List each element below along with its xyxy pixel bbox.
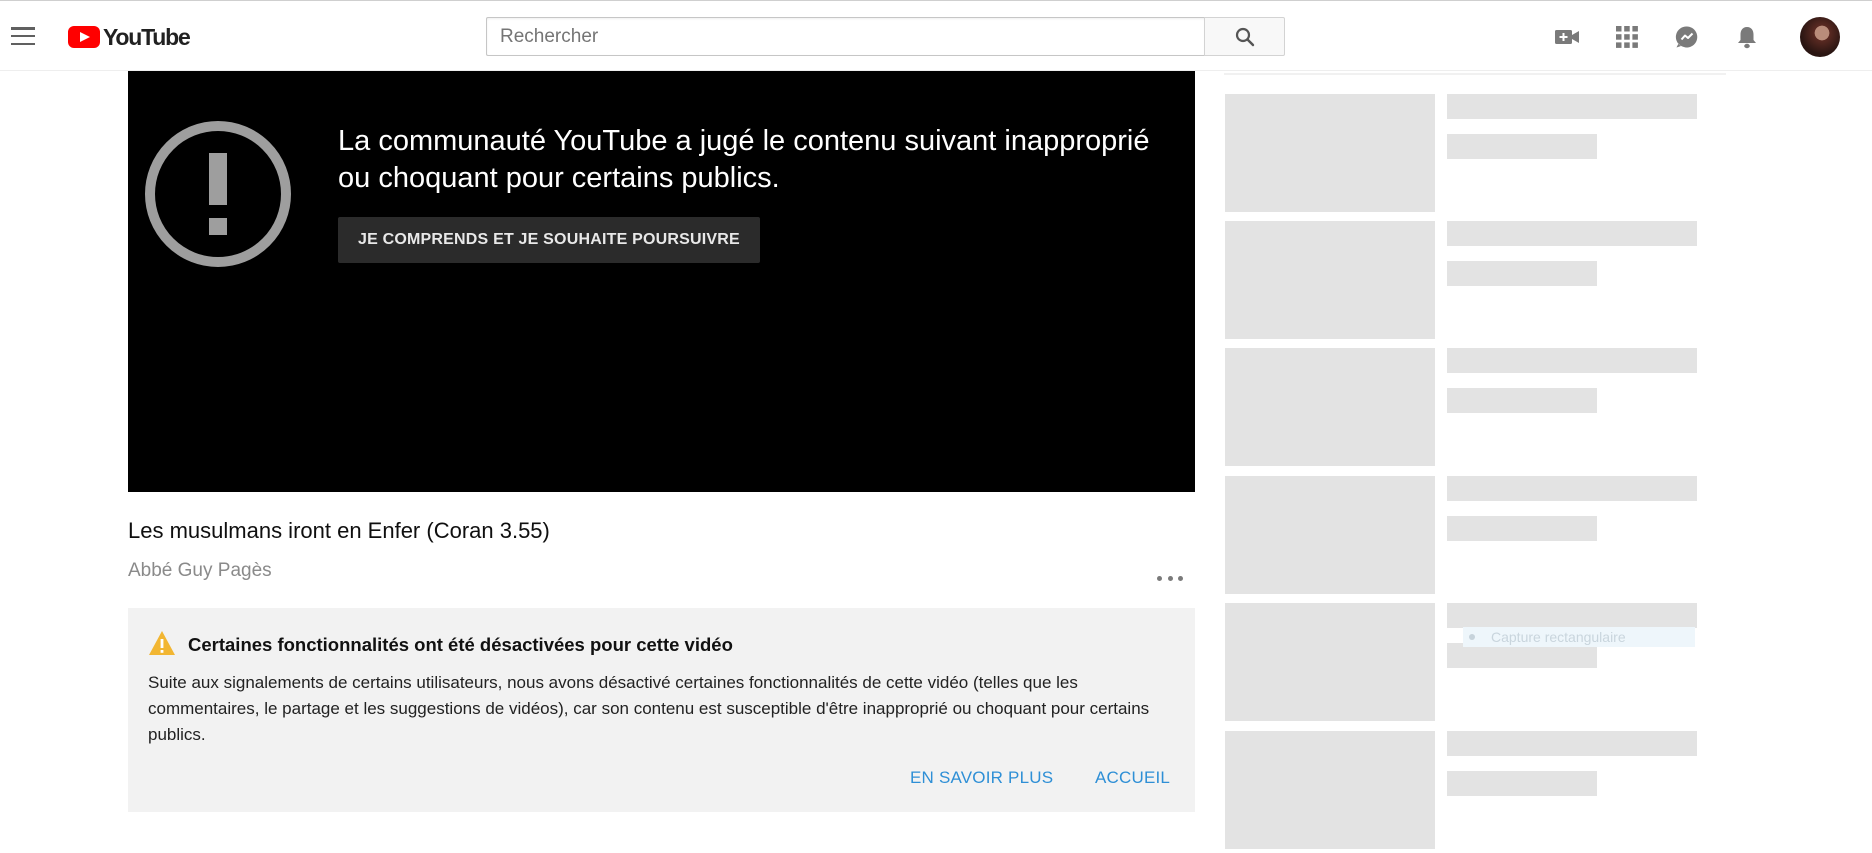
more-dots-icon <box>1157 575 1162 581</box>
skeleton-line <box>1447 221 1697 246</box>
search-icon <box>1235 27 1254 46</box>
skeleton-line <box>1447 261 1597 286</box>
skeleton-line <box>1447 134 1597 159</box>
skeleton-line <box>1447 731 1697 756</box>
related-videos-sidebar: Capture rectangulaire <box>1224 71 1726 853</box>
notice-title: Certaines fonctionnalités ont été désact… <box>188 634 733 655</box>
proceed-button[interactable]: JE COMPRENDS ET JE SOUHAITE POURSUIVRE <box>338 217 760 263</box>
sidebar-divider <box>1224 73 1726 75</box>
video-camera-icon <box>1555 30 1579 44</box>
skeleton-line <box>1447 94 1697 119</box>
skeleton-line <box>1447 603 1697 628</box>
messages-icon <box>1675 26 1698 48</box>
skeleton-item <box>1225 731 1725 849</box>
ghost-dot-icon <box>1469 634 1475 640</box>
logo-text: YouTube <box>103 23 191 50</box>
skeleton-item <box>1225 348 1725 466</box>
disabled-features-notice: Certaines fonctionnalités ont été désact… <box>128 608 1195 812</box>
learn-more-link[interactable]: EN SAVOIR PLUS <box>910 768 1053 788</box>
home-link[interactable]: ACCUEIL <box>1095 768 1170 788</box>
skeleton-line <box>1447 476 1697 501</box>
more-actions-button[interactable] <box>1157 573 1183 583</box>
skeleton-line <box>1447 516 1597 541</box>
notice-body: Suite aux signalements de certains utili… <box>148 673 1150 744</box>
skeleton-thumbnail <box>1225 221 1435 339</box>
apps-icon <box>1616 26 1638 48</box>
bell-icon <box>1738 27 1756 49</box>
skeleton-item: Capture rectangulaire <box>1225 603 1725 721</box>
skeleton-item <box>1225 221 1725 339</box>
content-warning-message: La communauté YouTube a jugé le contenu … <box>338 125 1150 194</box>
search-input[interactable] <box>486 17 1205 56</box>
youtube-logo[interactable]: YouTube <box>68 23 191 50</box>
warning-triangle-icon <box>149 631 175 655</box>
skeleton-item <box>1225 94 1725 212</box>
apps-button[interactable] <box>1613 23 1641 51</box>
notifications-button[interactable] <box>1733 23 1761 51</box>
skeleton-thumbnail <box>1225 476 1435 594</box>
skeleton-line <box>1447 348 1697 373</box>
skeleton-line <box>1447 388 1597 413</box>
skeleton-item <box>1225 476 1725 594</box>
youtube-play-icon <box>68 26 100 48</box>
video-title: Les musulmans iront en Enfer (Coran 3.55… <box>128 518 550 543</box>
skeleton-thumbnail <box>1225 603 1435 721</box>
create-video-button[interactable] <box>1553 23 1581 51</box>
skeleton-thumbnail <box>1225 731 1435 849</box>
ghost-overlay-text: Capture rectangulaire <box>1491 629 1626 645</box>
exclamation-circle-icon <box>145 121 291 267</box>
skeleton-thumbnail <box>1225 94 1435 212</box>
skeleton-thumbnail <box>1225 348 1435 466</box>
channel-name[interactable]: Abbé Guy Pagès <box>128 560 272 582</box>
avatar[interactable] <box>1800 17 1840 57</box>
ghost-overlay: Capture rectangulaire <box>1463 627 1695 647</box>
skeleton-line <box>1447 771 1597 796</box>
messages-button[interactable] <box>1673 23 1701 51</box>
search-button[interactable] <box>1204 17 1285 56</box>
menu-icon[interactable] <box>11 27 35 45</box>
video-player: La communauté YouTube a jugé le contenu … <box>128 71 1195 492</box>
masthead: YouTube <box>0 0 1872 71</box>
